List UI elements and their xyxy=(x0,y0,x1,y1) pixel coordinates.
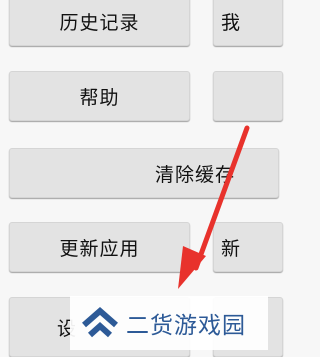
right-column-update-button[interactable]: 新 xyxy=(213,222,283,272)
history-button[interactable]: 历史记录 xyxy=(9,0,190,46)
right-column-second-button[interactable] xyxy=(213,71,283,121)
watermark-text: 二货游戏园 xyxy=(126,313,246,339)
right-column-top-button[interactable]: 我 xyxy=(213,0,283,46)
clear-cache-button[interactable]: 清除缓存 xyxy=(9,148,279,198)
double-chevron-logo-icon xyxy=(82,307,118,338)
update-app-button[interactable]: 更新应用 xyxy=(9,222,190,272)
help-button[interactable]: 帮助 xyxy=(9,71,190,121)
watermark: 二货游戏园 xyxy=(70,296,268,350)
